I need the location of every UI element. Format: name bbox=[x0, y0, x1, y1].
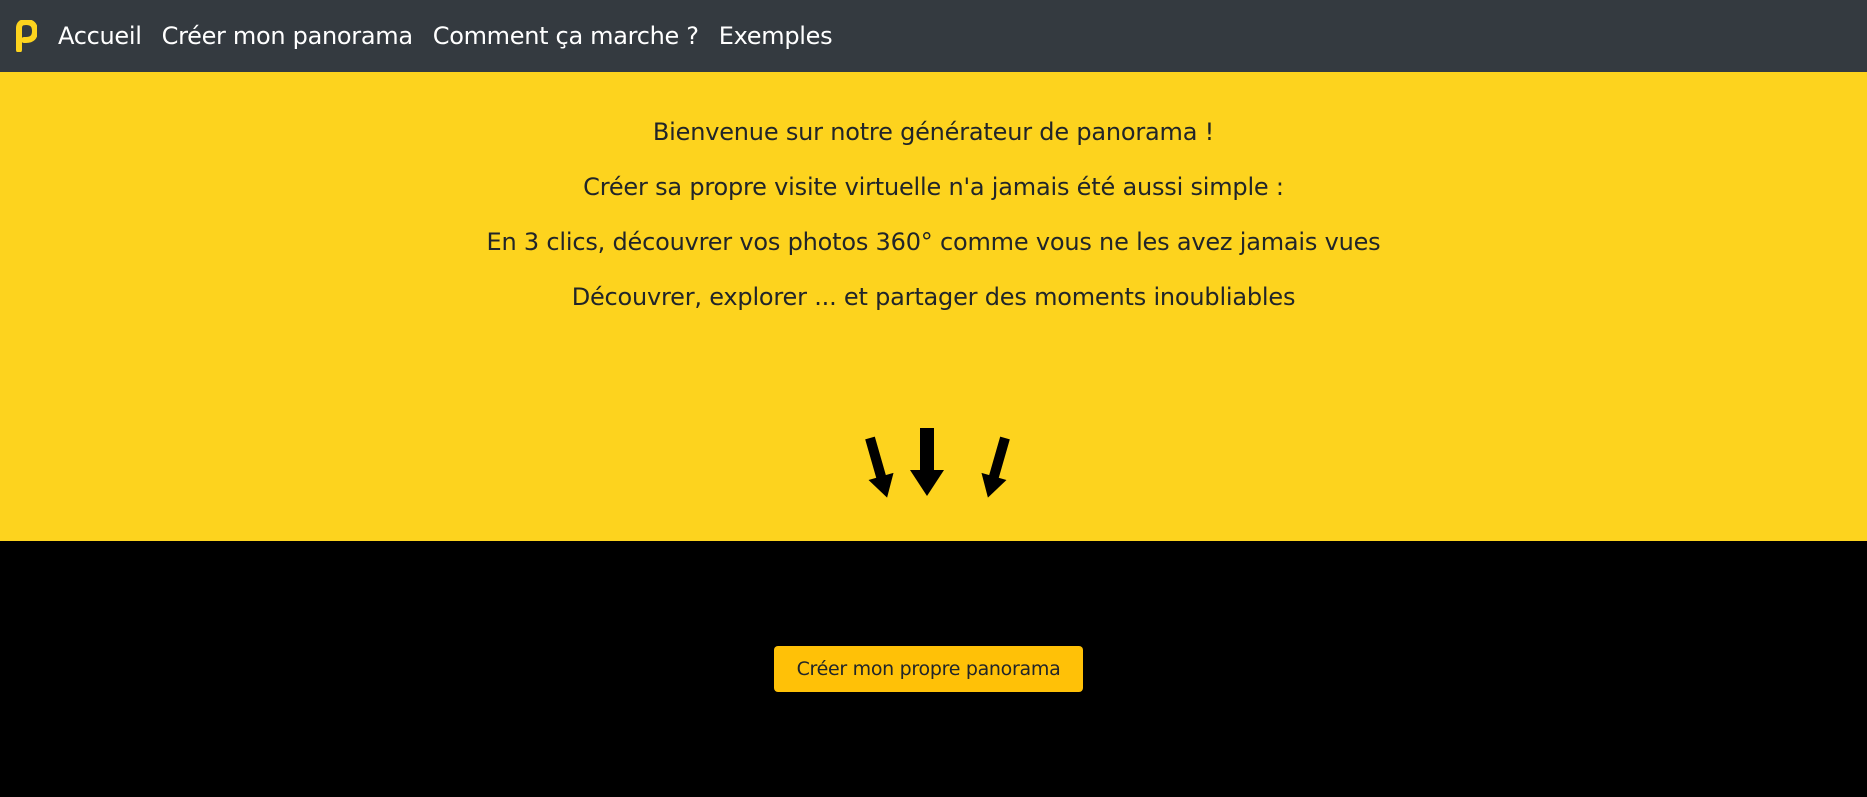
hero-subtitle-text: Créer sa propre visite virtuelle n'a jam… bbox=[583, 173, 1284, 201]
three-down-arrows-icon bbox=[840, 428, 1020, 528]
panorama-logo-icon[interactable] bbox=[14, 19, 38, 53]
navbar: Accueil Créer mon panorama Comment ça ma… bbox=[0, 0, 1867, 72]
hero-clicks-text: En 3 clics, découvrer vos photos 360° co… bbox=[486, 228, 1381, 256]
hero-welcome-text: Bienvenue sur notre générateur de panora… bbox=[652, 118, 1215, 146]
nav-link-exemples[interactable]: Exemples bbox=[719, 0, 833, 72]
nav-links: Accueil Créer mon panorama Comment ça ma… bbox=[58, 0, 852, 72]
nav-link-comment-ca-marche[interactable]: Comment ça marche ? bbox=[433, 0, 699, 72]
nav-link-accueil[interactable]: Accueil bbox=[58, 0, 142, 72]
hero-section: Bienvenue sur notre générateur de panora… bbox=[0, 72, 1867, 541]
cta-section: Créer mon propre panorama bbox=[0, 541, 1867, 797]
create-panorama-button[interactable]: Créer mon propre panorama bbox=[774, 646, 1083, 692]
hero-discover-text: Découvrer, explorer ... et partager des … bbox=[571, 283, 1296, 311]
nav-link-creer-mon-panorama[interactable]: Créer mon panorama bbox=[162, 0, 413, 72]
